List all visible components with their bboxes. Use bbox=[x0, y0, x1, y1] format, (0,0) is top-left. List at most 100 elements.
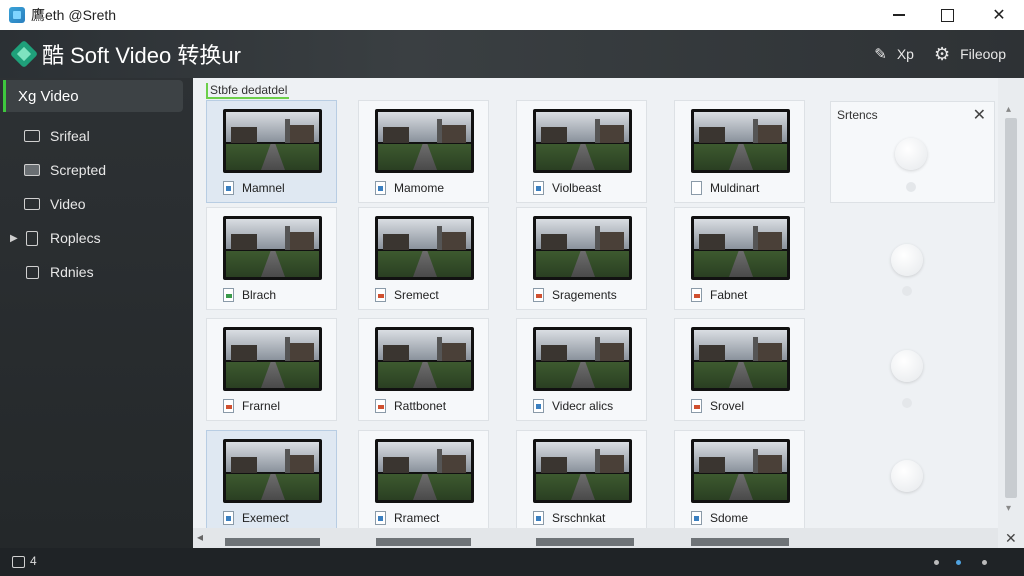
card-label: Frarnel bbox=[242, 399, 281, 413]
film-icon bbox=[24, 164, 40, 176]
scroll-down-icon[interactable]: ▾ bbox=[1006, 503, 1011, 514]
file-icon bbox=[223, 288, 234, 302]
video-card[interactable]: Srschnkat bbox=[516, 430, 647, 533]
video-card[interactable]: Blrach bbox=[206, 207, 337, 310]
card-label: Blrach bbox=[242, 288, 277, 302]
video-thumbnail bbox=[223, 109, 322, 173]
chevron-right-icon[interactable]: ▶ bbox=[10, 233, 18, 244]
video-icon bbox=[24, 198, 40, 210]
video-thumbnail bbox=[375, 216, 474, 280]
file-icon bbox=[533, 511, 544, 525]
sidebar-item-srifeal[interactable]: Srifeal bbox=[0, 121, 193, 151]
close-window-button[interactable]: ✕ bbox=[974, 0, 1024, 30]
scroll-segment bbox=[225, 538, 320, 546]
file-icon bbox=[375, 181, 386, 195]
toggle-knob[interactable] bbox=[891, 244, 923, 276]
panel-close-icon[interactable]: ✕ bbox=[973, 105, 986, 125]
page-dot-active[interactable] bbox=[956, 560, 961, 565]
video-thumbnail bbox=[691, 327, 790, 391]
page-dot[interactable] bbox=[934, 560, 939, 565]
sidebar-item-video[interactable]: Video bbox=[0, 189, 193, 219]
edit-icon[interactable]: ✎ bbox=[874, 45, 887, 63]
card-label: Exemect bbox=[242, 511, 289, 525]
page-dot[interactable] bbox=[982, 560, 987, 565]
sidebar-heading[interactable]: Xg Video bbox=[3, 80, 183, 112]
card-label: Mamnel bbox=[242, 181, 285, 195]
card-label: Sdome bbox=[710, 511, 749, 525]
sidebar-item-label: Roplecs bbox=[50, 230, 101, 246]
video-card[interactable]: Fabnet bbox=[674, 207, 805, 310]
video-card[interactable]: Sdome bbox=[674, 430, 805, 533]
card-label: Srschnkat bbox=[552, 511, 606, 525]
card-label: Muldinart bbox=[710, 181, 760, 195]
video-card[interactable]: Mamome bbox=[358, 100, 489, 203]
card-label: Videcr alics bbox=[552, 399, 614, 413]
card-label: Sragements bbox=[552, 288, 617, 302]
indicator-dot bbox=[902, 286, 912, 296]
sidebar-item-label: Srifeal bbox=[50, 128, 90, 144]
app-title: 酷 Soft Video 转换ur bbox=[42, 43, 241, 68]
video-card[interactable]: Rramect bbox=[358, 430, 489, 533]
video-card[interactable]: Sremect bbox=[358, 207, 489, 310]
video-card[interactable]: Mamnel bbox=[206, 100, 337, 203]
video-thumbnail bbox=[533, 216, 632, 280]
toggle-knob[interactable] bbox=[891, 350, 923, 382]
file-grid-area: Stbfe dedatdel Mamnel Mamome Violbeast Muld… bbox=[193, 78, 1024, 548]
file-icon bbox=[223, 511, 234, 525]
scroll-up-icon[interactable]: ▴ bbox=[1006, 104, 1011, 115]
window-titlebar: 鷹eth @Sreth ✕ bbox=[0, 0, 1024, 30]
video-card[interactable]: Videcr alics bbox=[516, 318, 647, 421]
video-card[interactable]: Rattbonet bbox=[358, 318, 489, 421]
file-icon bbox=[223, 399, 234, 413]
gear-icon[interactable]: ⚙ bbox=[934, 44, 950, 65]
file-icon bbox=[691, 181, 702, 195]
close-icon[interactable]: ✕ bbox=[1005, 530, 1017, 547]
indicator-dot bbox=[906, 182, 916, 192]
square-icon bbox=[26, 265, 39, 279]
vertical-scrollbar[interactable]: ▴ ▾ ✕ bbox=[998, 78, 1024, 548]
video-card[interactable]: Frarnel bbox=[206, 318, 337, 421]
scroll-segment bbox=[536, 538, 634, 546]
file-icon bbox=[533, 288, 544, 302]
file-icon bbox=[375, 288, 386, 302]
sidebar-item-rdnies[interactable]: Rdnies bbox=[0, 257, 193, 287]
video-thumbnail bbox=[223, 216, 322, 280]
minimize-button[interactable] bbox=[874, 0, 924, 30]
maximize-button[interactable] bbox=[922, 0, 972, 30]
video-card[interactable]: Srovel bbox=[674, 318, 805, 421]
video-card[interactable]: Muldinart bbox=[674, 100, 805, 203]
toggle-knob[interactable] bbox=[895, 138, 927, 170]
file-icon bbox=[691, 399, 702, 413]
sidebar-item-label: Screpted bbox=[50, 162, 107, 178]
scroll-thumb[interactable] bbox=[1005, 118, 1017, 498]
sidebar-item-screpted[interactable]: Screpted bbox=[0, 155, 193, 185]
card-label: Mamome bbox=[394, 181, 445, 195]
video-card[interactable]: Violbeast bbox=[516, 100, 647, 203]
file-icon bbox=[691, 288, 702, 302]
content-label: Stbfe dedatdel bbox=[206, 83, 290, 99]
app-header: 酷 Soft Video 转换ur ✎ Xp ⚙ Fileoop bbox=[0, 30, 1024, 78]
scroll-segment bbox=[691, 538, 789, 546]
document-icon bbox=[26, 230, 38, 246]
settings-panel: Srtencs ✕ bbox=[830, 101, 995, 203]
video-card[interactable]: Sragements bbox=[516, 207, 647, 310]
horizontal-scrollbar[interactable]: ◂ bbox=[193, 528, 998, 548]
sidebar-item-roplecs[interactable]: ▶ Roplecs bbox=[0, 223, 193, 253]
calendar-icon bbox=[12, 556, 25, 568]
panel-title: Srtencs bbox=[837, 108, 878, 122]
settings-label[interactable]: Fileoop bbox=[960, 46, 1006, 62]
app-icon bbox=[9, 7, 25, 23]
video-thumbnail bbox=[375, 327, 474, 391]
video-thumbnail bbox=[533, 439, 632, 503]
toggle-knob[interactable] bbox=[891, 460, 923, 492]
file-icon bbox=[375, 399, 386, 413]
status-bar: 4 bbox=[0, 548, 1024, 576]
card-label: Fabnet bbox=[710, 288, 748, 302]
window-title: 鷹eth @Sreth bbox=[31, 7, 117, 23]
video-thumbnail bbox=[375, 109, 474, 173]
edit-label[interactable]: Xp bbox=[897, 46, 914, 62]
sidebar: Xg Video Srifeal Screpted Video ▶ Roplec… bbox=[0, 78, 193, 548]
screen-icon bbox=[24, 130, 40, 142]
video-card[interactable]: Exemect bbox=[206, 430, 337, 533]
scroll-left-icon[interactable]: ◂ bbox=[197, 530, 203, 544]
